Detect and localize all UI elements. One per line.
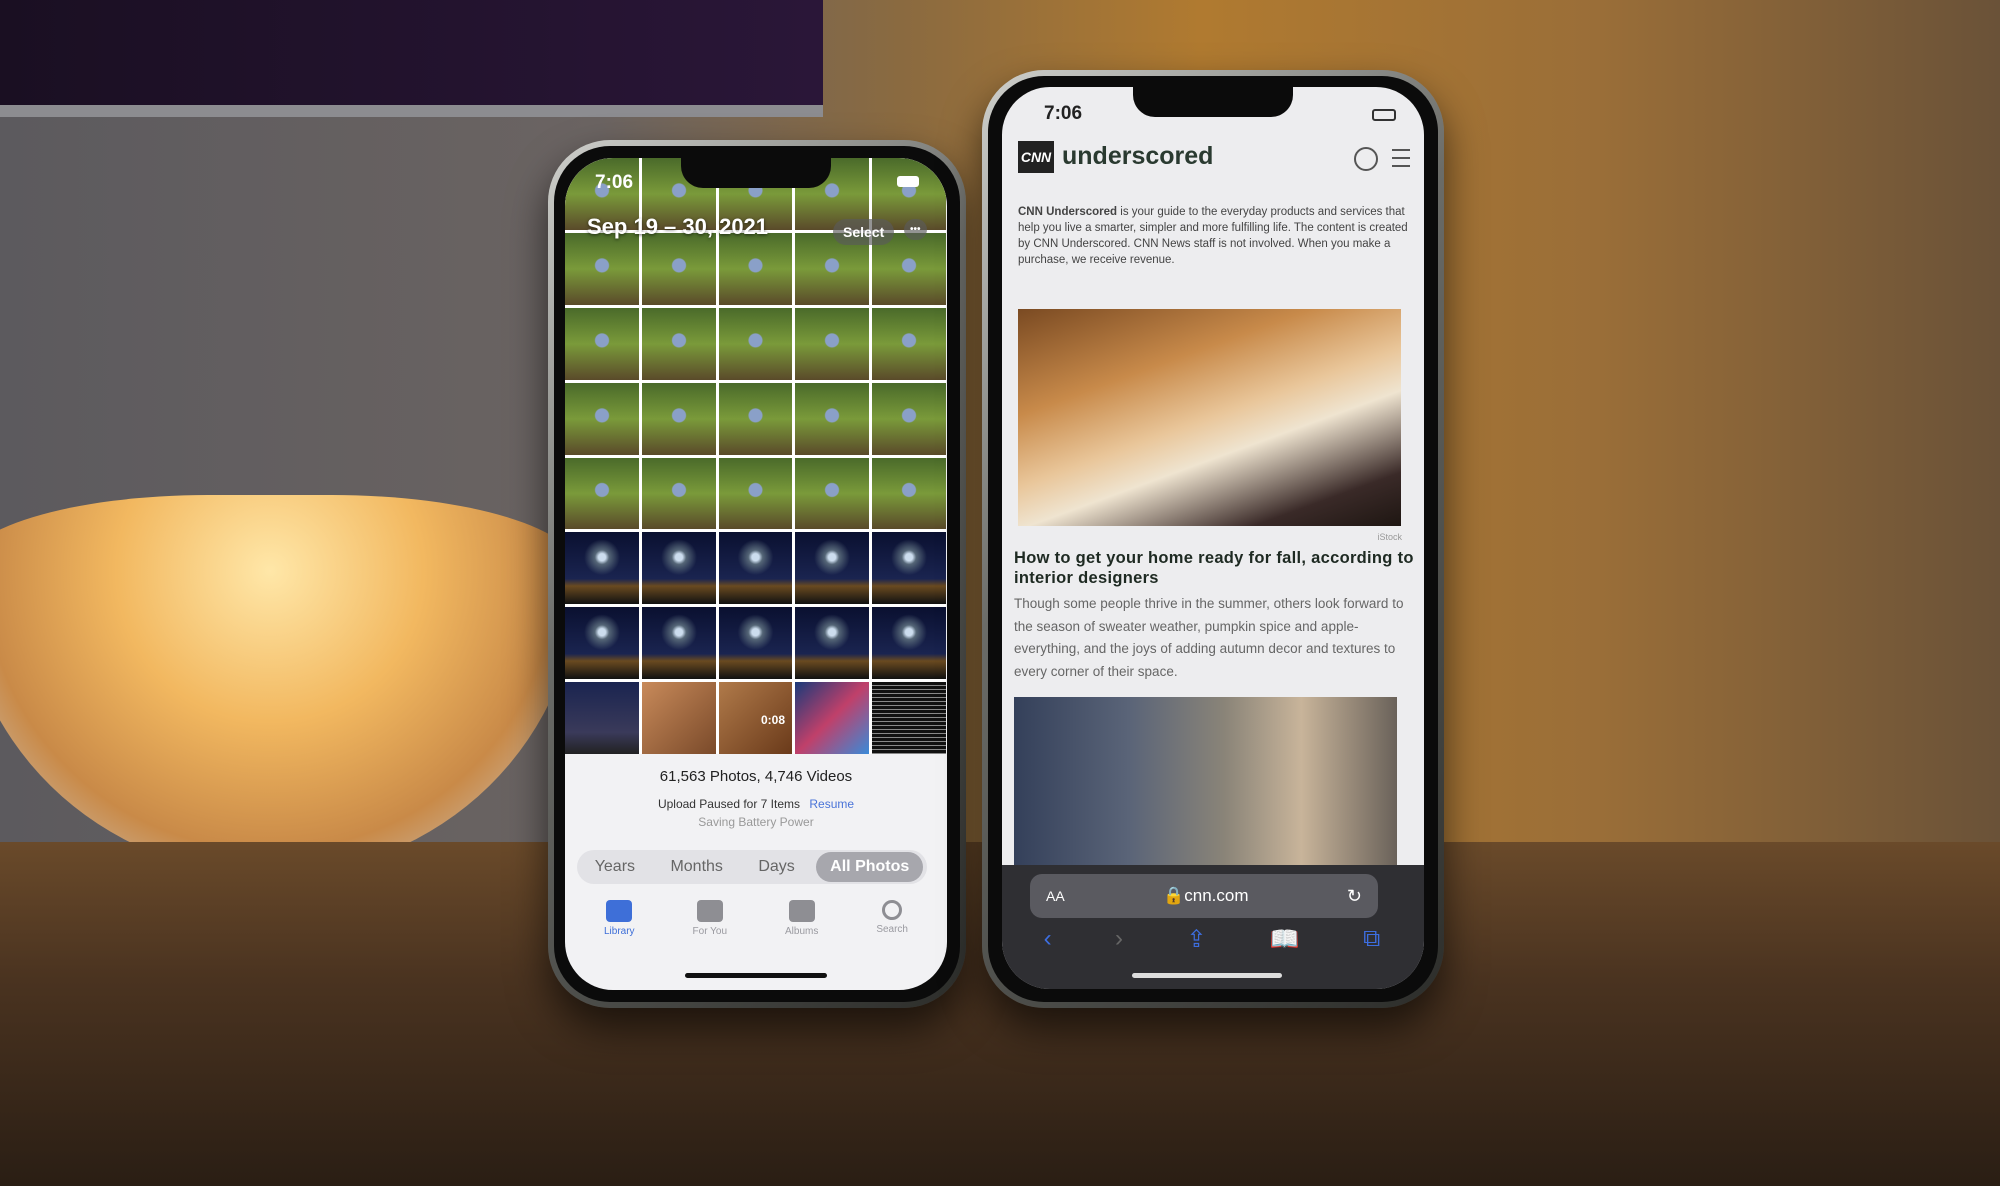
url-text[interactable]: cnn.com — [1184, 886, 1248, 905]
photo-thumbnail[interactable] — [872, 607, 946, 680]
tab-label: Search — [876, 924, 908, 935]
for-you-icon — [696, 900, 723, 922]
search-icon — [882, 900, 903, 920]
notch — [681, 158, 831, 188]
battery-note: Saving Battery Power — [698, 815, 814, 829]
photo-thumbnail[interactable] — [641, 682, 716, 754]
tabs-icon[interactable]: ⧉ — [1363, 925, 1380, 954]
upload-status: Upload Paused for 7 Items — [657, 797, 801, 811]
tab-library[interactable]: Library — [604, 900, 635, 937]
reload-icon[interactable]: ↻ — [1347, 886, 1362, 907]
photo-thumbnail[interactable] — [718, 232, 793, 305]
lock-icon: 🔒 — [1163, 886, 1185, 905]
disclaimer-brand: CNN Underscored — [1018, 206, 1118, 218]
back-icon[interactable]: ‹ — [1044, 925, 1052, 954]
photo-thumbnail[interactable] — [565, 307, 639, 380]
image-credit: iStock — [1377, 532, 1402, 542]
photo-thumbnail[interactable] — [795, 382, 870, 455]
disclaimer: CNN Underscored is your guide to the eve… — [1018, 204, 1408, 268]
photo-thumbnail[interactable] — [641, 457, 716, 530]
segment-years[interactable]: Years — [581, 852, 649, 882]
safari-screen: 7:06 CNN underscored CNN Underscored is … — [1002, 87, 1424, 989]
article-headline[interactable]: How to get your home ready for fall, acc… — [1014, 548, 1414, 588]
photo-thumbnail[interactable] — [641, 382, 716, 455]
photo-thumbnail[interactable] — [565, 382, 639, 455]
bookmarks-icon[interactable]: 📖 — [1270, 925, 1300, 954]
photo-thumbnail[interactable] — [641, 607, 716, 680]
tab-label: Library — [603, 926, 635, 937]
tab-bar: Library For You Albums Search — [575, 900, 937, 937]
text-size-button[interactable]: AA — [1046, 888, 1065, 904]
albums-icon — [788, 900, 815, 922]
tab-albums[interactable]: Albums — [785, 900, 818, 937]
forward-icon[interactable]: › — [1115, 925, 1123, 954]
tab-for-you[interactable]: For You — [693, 900, 727, 937]
photo-library-icon — [606, 900, 633, 922]
notch — [1133, 87, 1293, 117]
tab-label: Albums — [784, 926, 819, 937]
tab-label: For You — [692, 926, 728, 937]
photo-thumbnail[interactable] — [795, 682, 870, 754]
photo-thumbnail[interactable] — [565, 232, 639, 305]
photo-thumbnail[interactable] — [795, 532, 870, 605]
article-image[interactable] — [1018, 309, 1401, 526]
account-icon[interactable] — [1354, 147, 1378, 171]
resume-link[interactable]: Resume — [809, 797, 854, 811]
photo-thumbnail[interactable] — [565, 532, 639, 605]
photo-thumbnail[interactable] — [565, 682, 639, 754]
video-duration: 0:08 — [761, 713, 786, 727]
view-segmented-control: Years Months Days All Photos — [577, 850, 927, 884]
tab-search[interactable]: Search — [876, 900, 908, 937]
photo-thumbnail[interactable] — [718, 307, 793, 380]
photo-thumbnail[interactable] — [641, 232, 716, 305]
right-iphone: 7:06 CNN underscored CNN Underscored is … — [982, 70, 1444, 1008]
article-summary: Though some people thrive in the summer,… — [1014, 596, 1404, 679]
url-field: 🔒cnn.com — [1163, 886, 1248, 906]
photo-thumbnail[interactable] — [872, 682, 946, 754]
photo-thumbnail[interactable] — [872, 532, 946, 605]
library-count: 61,563 Photos, 4,746 Videos — [659, 768, 853, 785]
share-icon[interactable]: ⇪ — [1186, 925, 1206, 954]
battery-icon — [1372, 109, 1396, 121]
nav-buttons: ‹ › ⇪ 📖 ⧉ — [1012, 925, 1412, 954]
site-name[interactable]: underscored — [1062, 142, 1213, 171]
photo-thumbnail[interactable] — [795, 457, 870, 530]
address-bar[interactable]: AA 🔒cnn.com ↻ — [1030, 874, 1378, 918]
photo-thumbnail[interactable] — [565, 607, 639, 680]
photo-thumbnail[interactable] — [718, 457, 793, 530]
photo-thumbnail[interactable] — [795, 307, 870, 380]
segment-months[interactable]: Months — [656, 852, 736, 882]
home-indicator — [685, 973, 827, 978]
photo-thumbnail[interactable] — [718, 607, 793, 680]
segment-days[interactable]: Days — [744, 852, 808, 882]
photo-thumbnail[interactable] — [872, 307, 946, 380]
photo-thumbnail[interactable] — [641, 532, 716, 605]
photo-thumbnail[interactable] — [872, 457, 946, 530]
photo-thumbnail[interactable] — [718, 532, 793, 605]
monitor — [0, 0, 823, 117]
photo-thumbnail[interactable] — [565, 457, 639, 530]
photo-thumbnail[interactable] — [718, 382, 793, 455]
more-button[interactable]: ••• — [904, 219, 927, 240]
photo-thumbnail[interactable] — [641, 307, 716, 380]
battery-icon — [897, 176, 919, 187]
cnn-logo[interactable]: CNN — [1018, 141, 1054, 173]
photo-grid — [565, 158, 946, 754]
segment-all-photos[interactable]: All Photos — [816, 852, 924, 882]
left-iphone: 7:06 Sep 19 – 30, 2021 Select ••• 0:08 6… — [548, 140, 966, 1008]
date-range-title: Sep 19 – 30, 2021 — [587, 214, 769, 239]
photo-thumbnail[interactable] — [872, 382, 946, 455]
status-time: 7:06 — [1044, 103, 1083, 124]
second-article-image[interactable] — [1014, 697, 1397, 867]
status-time: 7:06 — [595, 172, 634, 193]
menu-icon[interactable] — [1392, 149, 1410, 167]
home-indicator — [1132, 973, 1282, 978]
photos-app-screen: 7:06 Sep 19 – 30, 2021 Select ••• 0:08 6… — [565, 158, 947, 990]
select-button[interactable]: Select — [833, 219, 895, 245]
photo-thumbnail[interactable] — [795, 607, 870, 680]
